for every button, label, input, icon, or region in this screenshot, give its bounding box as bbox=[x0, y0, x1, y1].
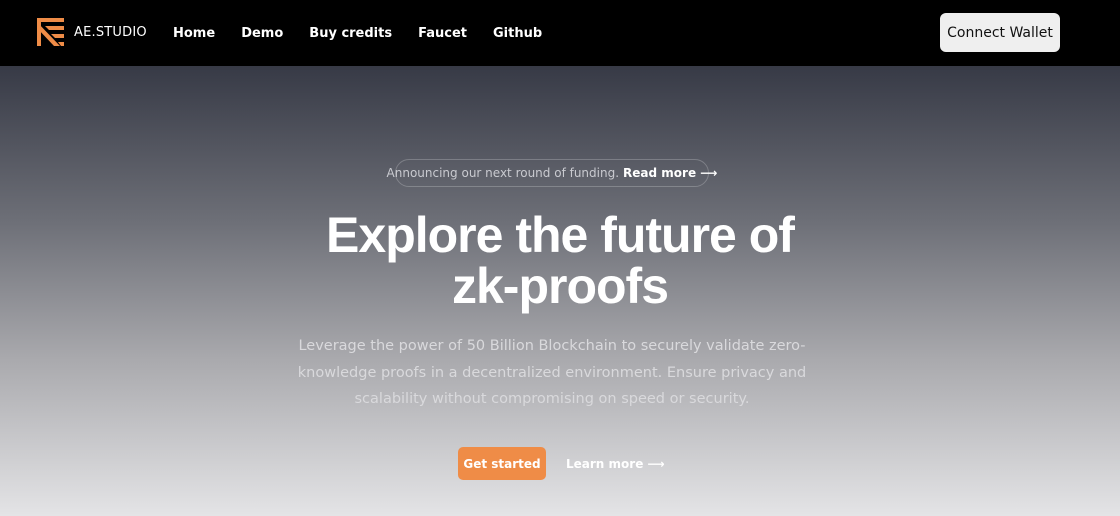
announcement-text: Announcing our next round of funding. bbox=[386, 166, 620, 180]
cta-row: Get started Learn more ⟶ bbox=[458, 447, 665, 480]
nav-home[interactable]: Home bbox=[173, 26, 215, 41]
hero-section: Announcing our next round of funding. Re… bbox=[0, 66, 1120, 516]
brand-name: AE.STUDIO bbox=[74, 24, 147, 40]
nav-buy-credits[interactable]: Buy credits bbox=[309, 26, 392, 41]
brand-logo-link[interactable]: AE.STUDIO bbox=[37, 18, 147, 46]
connect-wallet-button[interactable]: Connect Wallet bbox=[940, 13, 1060, 52]
hero-headline: Explore the future of zk-proofs bbox=[0, 210, 1120, 312]
ae-studio-logo-icon bbox=[37, 18, 64, 46]
nav-github[interactable]: Github bbox=[493, 26, 542, 41]
headline-line-1: Explore the future of bbox=[326, 207, 795, 263]
get-started-button[interactable]: Get started bbox=[458, 447, 546, 480]
read-more-link[interactable]: Read more ⟶ bbox=[623, 166, 717, 180]
top-navbar: AE.STUDIO Home Demo Buy credits Faucet G… bbox=[0, 0, 1120, 66]
main-nav: Home Demo Buy credits Faucet Github bbox=[173, 0, 542, 66]
learn-more-link[interactable]: Learn more ⟶ bbox=[566, 457, 665, 471]
hero-subtitle: Leverage the power of 50 Billion Blockch… bbox=[297, 338, 807, 407]
headline-line-2: zk-proofs bbox=[452, 258, 669, 314]
nav-faucet[interactable]: Faucet bbox=[418, 26, 467, 41]
nav-demo[interactable]: Demo bbox=[241, 26, 283, 41]
announcement-pill: Announcing our next round of funding. Re… bbox=[387, 159, 717, 187]
